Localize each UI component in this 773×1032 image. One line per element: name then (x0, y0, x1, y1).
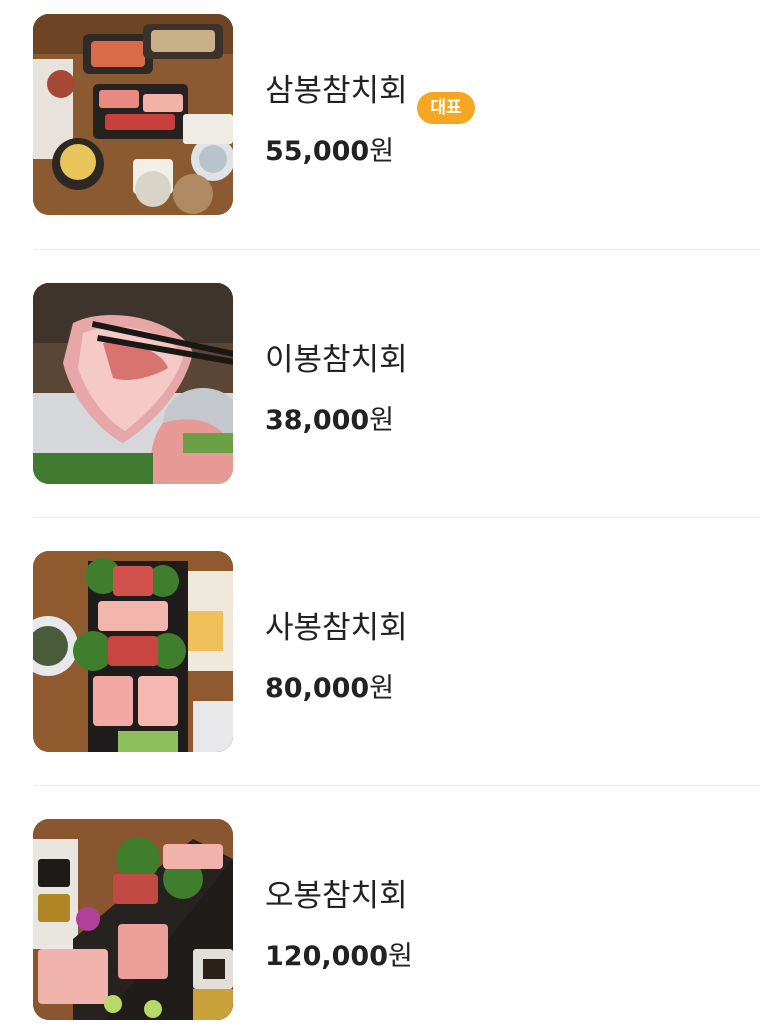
menu-item-price: 80,000원 (265, 671, 394, 707)
menu-item-ibong[interactable]: 이봉참치회 38,000원 (0, 283, 773, 484)
price-unit: 원 (369, 136, 395, 167)
tuna-set-table-photo (33, 14, 233, 215)
price-amount: 120,000 (265, 941, 388, 972)
divider (33, 785, 760, 786)
menu-list: 삼봉참치회 대표 55,000원 이봉참치회 38,000원 사봉참치회 80,… (0, 0, 773, 1032)
divider (33, 249, 760, 250)
price-amount: 38,000 (265, 405, 370, 436)
menu-item-image[interactable] (33, 14, 233, 215)
menu-item-price: 38,000원 (265, 403, 394, 439)
menu-item-price: 120,000원 (265, 939, 413, 975)
price-amount: 55,000 (265, 136, 370, 167)
signature-badge: 대표 (417, 92, 475, 124)
price-unit: 원 (369, 405, 395, 436)
menu-item-sabong[interactable]: 사봉참치회 80,000원 (0, 551, 773, 752)
menu-item-name: 이봉참치회 (265, 342, 408, 378)
menu-item-obong[interactable]: 오봉참치회 120,000원 (0, 819, 773, 1020)
tuna-slice-chopsticks-photo (33, 283, 233, 484)
menu-item-name: 사봉참치회 (265, 610, 408, 646)
menu-item-name: 오봉참치회 (265, 878, 408, 914)
menu-item-image[interactable] (33, 283, 233, 484)
price-unit: 원 (387, 941, 413, 972)
divider (33, 517, 760, 518)
menu-item-sambong[interactable]: 삼봉참치회 대표 55,000원 (0, 14, 773, 215)
menu-item-name: 삼봉참치회 (265, 73, 408, 109)
tuna-platter-photo (33, 551, 233, 752)
price-amount: 80,000 (265, 673, 370, 704)
menu-item-price: 55,000원 (265, 134, 394, 170)
menu-item-image[interactable] (33, 551, 233, 752)
tuna-large-platter-photo (33, 819, 233, 1020)
price-unit: 원 (369, 673, 395, 704)
menu-item-image[interactable] (33, 819, 233, 1020)
